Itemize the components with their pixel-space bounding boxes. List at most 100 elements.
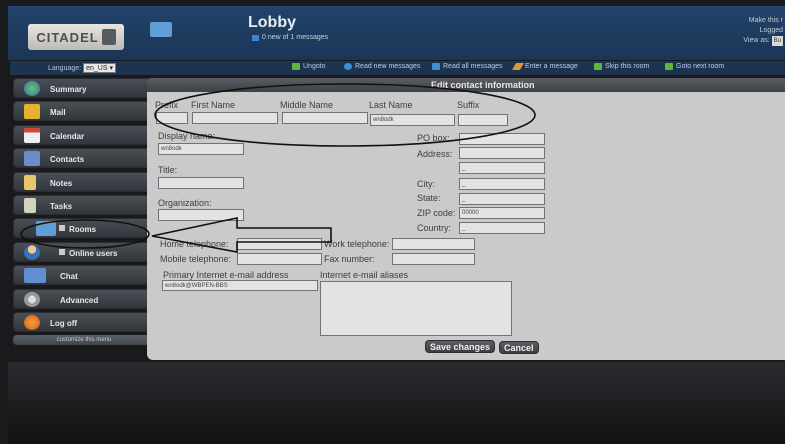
mobile-telephone-label: Mobile telephone:	[160, 254, 232, 264]
notes-icon	[24, 174, 36, 190]
sidebar-item-calendar[interactable]: Calendar	[13, 124, 155, 145]
make-this-room-link[interactable]: Make this r	[743, 16, 783, 26]
address-label: Address:	[417, 149, 453, 159]
sidebar-menu: Summary Mail Calendar Contacts Notes Tas…	[13, 78, 155, 346]
language-label: Language:	[48, 64, 82, 72]
room-toolbar: Language: en_US ▾ Ungoto Read new messag…	[10, 61, 785, 75]
sidebar-item-notes[interactable]: Notes	[13, 171, 155, 192]
prefix-input[interactable]	[156, 112, 188, 124]
customize-menu-link[interactable]: customize this menu	[13, 335, 155, 346]
pencil-icon	[511, 63, 525, 70]
work-telephone-input[interactable]	[392, 238, 475, 250]
skip-icon	[594, 63, 602, 70]
tasks-icon	[24, 197, 36, 213]
address-input-2[interactable]: _	[459, 162, 545, 174]
display-name-label: Display name:	[158, 131, 216, 141]
suffix-label: Suffix	[457, 100, 480, 110]
fax-number-input[interactable]	[392, 253, 475, 265]
primary-email-label: Primary Internet e-mail address	[163, 270, 289, 280]
sidebar-item-log-off[interactable]: Log off	[13, 311, 155, 332]
message-count: 0 new of 1 messages	[252, 34, 328, 41]
castle-icon	[101, 29, 116, 45]
sidebar-item-contacts[interactable]: Contacts	[13, 148, 155, 169]
view-as-select[interactable]: Bu	[771, 36, 783, 46]
mail-icon	[24, 104, 40, 120]
display-name-input[interactable]: wn8odk	[158, 143, 244, 155]
first-name-input[interactable]	[192, 112, 278, 124]
zip-code-label: ZIP code:	[417, 208, 456, 218]
logo-text: CITADEL	[36, 29, 99, 45]
sidebar-item-rooms[interactable]: Rooms	[13, 218, 155, 239]
organization-input[interactable]	[158, 209, 244, 221]
room-title: Lobby	[248, 14, 296, 31]
last-name-label: Last Name	[369, 100, 413, 110]
prefix-label: Prefix	[155, 100, 179, 110]
city-input[interactable]: _	[459, 178, 545, 190]
home-telephone-label: Home telephone:	[160, 239, 229, 249]
cancel-button[interactable]: Cancel	[499, 341, 539, 354]
email-aliases-textarea[interactable]	[320, 281, 512, 336]
po-box-label: PO box:	[417, 133, 450, 143]
read-all-button[interactable]: Read all messages	[432, 63, 503, 70]
zip-code-input[interactable]: 00000	[459, 207, 545, 219]
bullet-icon	[59, 225, 65, 232]
fax-number-label: Fax number:	[324, 254, 375, 264]
read-new-button[interactable]: Read new messages	[344, 63, 420, 70]
users-icon	[24, 244, 40, 260]
goto-next-room-button[interactable]: Goto next room	[665, 63, 724, 70]
middle-name-input[interactable]	[282, 112, 368, 124]
message-icon	[252, 34, 259, 41]
suffix-input[interactable]	[458, 114, 508, 126]
country-label: Country:	[417, 223, 452, 233]
address-input-1[interactable]	[459, 147, 545, 159]
state-label: State:	[417, 193, 441, 203]
read-new-icon	[344, 63, 352, 70]
top-banner	[8, 6, 785, 60]
primary-email-input[interactable]: wn8odk@WBPEN-BBS	[162, 280, 318, 291]
email-aliases-label: Internet e-mail aliases	[320, 270, 409, 280]
view-as: View as: Bu	[743, 36, 783, 46]
message-count-text: 0 new of 1 messages	[262, 34, 329, 41]
save-changes-button[interactable]: Save changes	[425, 340, 496, 353]
folder-icon	[36, 221, 56, 237]
sidebar-item-online-users[interactable]: Online users	[13, 241, 155, 262]
read-all-icon	[432, 63, 440, 70]
sidebar-item-summary[interactable]: Summary	[13, 78, 155, 98]
middle-name-label: Middle Name	[280, 100, 334, 110]
enter-message-button[interactable]: Enter a message	[511, 63, 578, 70]
first-name-label: First Name	[191, 100, 236, 110]
title-label: Title:	[158, 165, 178, 175]
panel-header: Edit contact information	[147, 78, 785, 92]
view-as-label: View as:	[743, 37, 770, 44]
goto-icon	[665, 63, 673, 70]
globe-icon	[24, 81, 40, 96]
sidebar-item-chat[interactable]: Chat	[13, 265, 155, 286]
logged-in-text: Logged	[759, 27, 783, 34]
language-selector: Language: en_US ▾	[48, 63, 116, 73]
title-input[interactable]	[158, 177, 244, 189]
contact-form-panel: Edit contact information Prefix First Na…	[147, 78, 785, 360]
country-input[interactable]: _	[459, 222, 545, 234]
state-input[interactable]: _	[459, 193, 545, 205]
citadel-logo[interactable]: CITADEL	[28, 24, 124, 50]
po-box-input[interactable]	[459, 133, 545, 145]
skip-room-button[interactable]: Skip this room	[594, 63, 649, 70]
calendar-icon	[24, 127, 40, 143]
folder-icon	[150, 22, 172, 37]
language-select[interactable]: en_US ▾	[83, 63, 116, 73]
ungoto-icon	[292, 63, 300, 70]
contacts-icon	[24, 151, 40, 167]
ungoto-button[interactable]: Ungoto	[292, 63, 326, 70]
work-telephone-label: Work telephone:	[324, 239, 390, 249]
last-name-input[interactable]: wn8odk	[370, 114, 455, 126]
banner-right-info: Make this r Logged View as: Bu	[743, 16, 783, 46]
chat-icon	[24, 268, 46, 284]
power-icon	[24, 314, 40, 330]
gear-icon	[24, 291, 40, 307]
sidebar-item-advanced[interactable]: Advanced	[13, 288, 155, 309]
home-telephone-input[interactable]	[237, 238, 322, 250]
sidebar-item-mail[interactable]: Mail	[13, 101, 155, 122]
panel-title: Edit contact information	[431, 80, 535, 90]
sidebar-item-tasks[interactable]: Tasks	[13, 194, 155, 215]
mobile-telephone-input[interactable]	[237, 253, 322, 265]
